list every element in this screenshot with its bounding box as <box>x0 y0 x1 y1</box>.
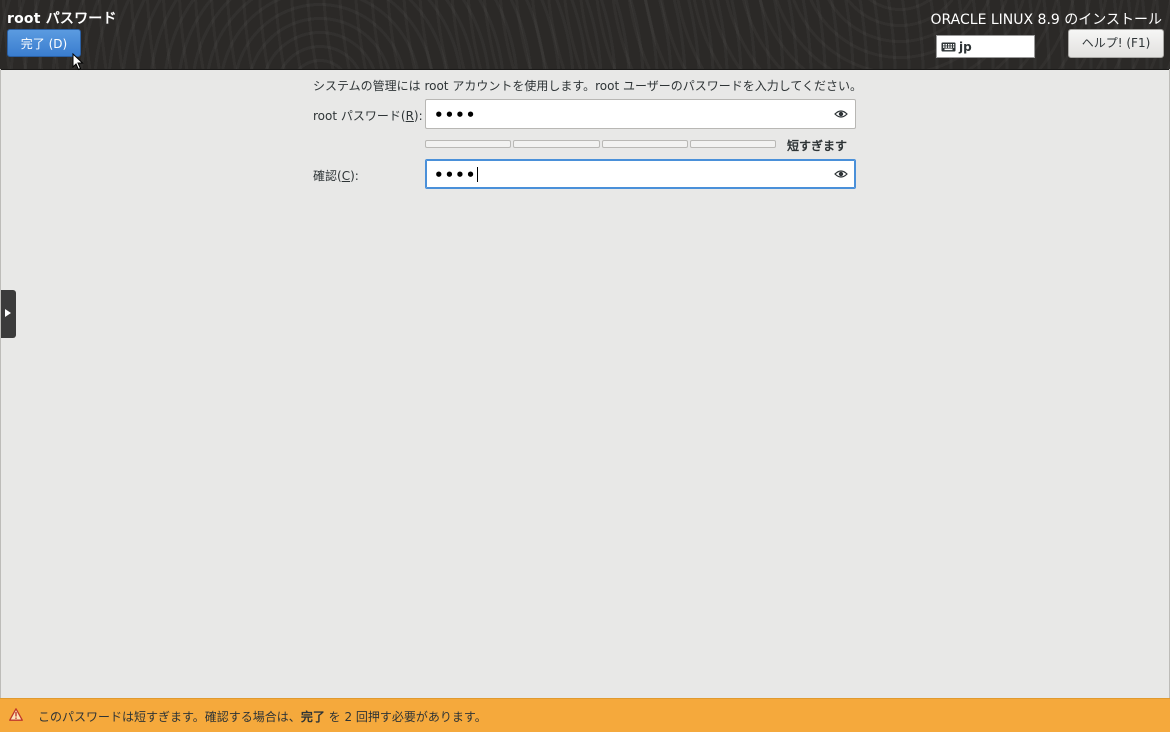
keyboard-layout-label: jp <box>959 39 972 54</box>
strength-segment <box>513 140 600 148</box>
strength-segment <box>425 140 512 148</box>
mouse-cursor-icon <box>72 53 84 71</box>
password-dots: •••• <box>434 166 479 184</box>
warning-text-after: を 2 回押す必要があります。 <box>324 710 487 724</box>
mnemonic-key: R <box>405 109 414 123</box>
warning-text-before: このパスワードは短すぎます。確認する場合は、 <box>38 710 301 724</box>
keyboard-icon <box>941 42 956 51</box>
warning-icon <box>9 708 23 721</box>
strength-segment <box>689 140 776 148</box>
chevron-right-icon <box>5 309 11 317</box>
password-dots: •••• <box>434 106 477 124</box>
strength-segment <box>601 140 688 148</box>
confirm-dots: •••• <box>434 166 477 184</box>
page-title: root パスワード <box>7 11 117 27</box>
header-bar: root パスワード 完了 (D) ORACLE LINUX 8.9 のインスト… <box>0 0 1170 71</box>
label-prefix: 確認( <box>313 169 342 183</box>
label-suffix: ): <box>413 109 423 123</box>
warning-message: このパスワードは短すぎます。確認する場合は、完了 を 2 回押す必要があります。 <box>38 708 487 725</box>
done-button[interactable]: 完了 (D) <box>7 29 81 57</box>
confirm-password-label: 確認(C): <box>313 167 359 184</box>
root-password-label: root パスワード(R): <box>313 107 423 124</box>
intro-text: システムの管理には root アカウントを使用します。root ユーザーのパスワ… <box>313 79 863 93</box>
warning-text-bold: 完了 <box>300 710 325 724</box>
product-title: ORACLE LINUX 8.9 のインストール <box>930 12 1162 28</box>
label-prefix: root パスワード( <box>313 109 406 123</box>
password-strength-label: 短すぎます <box>787 139 848 153</box>
confirm-password-input[interactable]: •••• <box>425 159 856 189</box>
window-border-left <box>0 69 1 699</box>
text-caret <box>477 167 479 182</box>
root-password-input[interactable]: •••• <box>425 99 856 129</box>
show-password-eye-icon[interactable] <box>834 169 848 179</box>
keyboard-layout-indicator[interactable]: jp <box>936 35 1035 58</box>
warning-bar: このパスワードは短すぎます。確認する場合は、完了 を 2 回押す必要があります。 <box>0 698 1170 732</box>
label-suffix: ): <box>350 169 359 183</box>
password-strength-meter <box>425 140 776 148</box>
side-panel-handle[interactable] <box>0 290 16 338</box>
help-button[interactable]: ヘルプ! (F1) <box>1068 29 1164 58</box>
show-password-eye-icon[interactable] <box>834 109 848 119</box>
mnemonic-key: C <box>341 169 351 183</box>
